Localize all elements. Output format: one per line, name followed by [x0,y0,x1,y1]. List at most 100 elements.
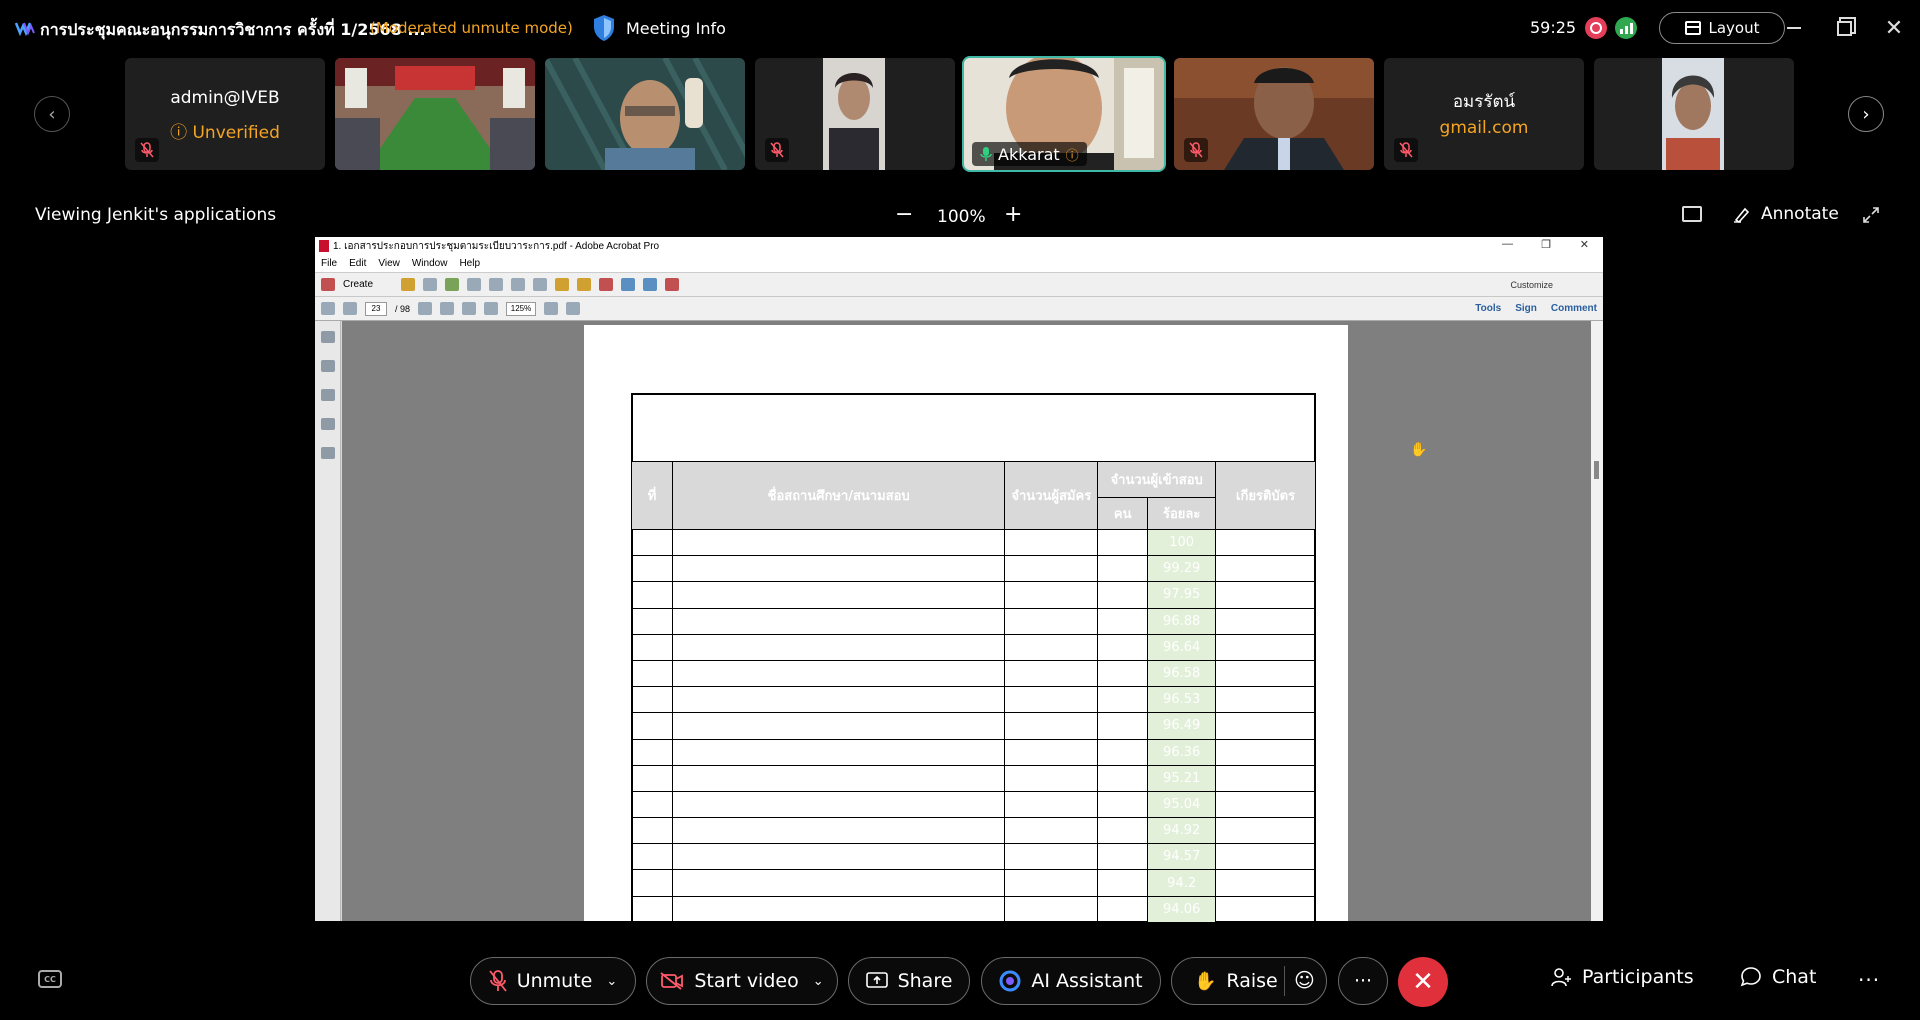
vertical-scrollbar[interactable] [1591,321,1603,921]
page-down-icon[interactable] [343,302,357,315]
start-video-button[interactable]: Start video ⌄ [646,957,838,1005]
raise-hand-button[interactable]: ✋ Raise ☺ [1171,957,1327,1005]
page-up-icon[interactable] [321,302,335,315]
bookmarks-icon[interactable] [320,360,335,372]
chat-button[interactable]: Chat [1740,966,1816,988]
tab-sign[interactable]: Sign [1515,303,1537,314]
recording-icon[interactable] [1585,17,1607,39]
strip-prev-button[interactable]: ‹ [34,96,70,132]
highlight-icon[interactable] [577,278,592,291]
menu-window[interactable]: Window [412,258,448,269]
layers-icon[interactable] [320,418,335,430]
percent-cell: 99.29 [1147,555,1217,583]
zoom-in-button[interactable]: + [1004,202,1022,227]
acrobat-close-icon[interactable]: ✕ [1580,238,1589,251]
signatures-icon[interactable] [320,447,335,459]
settings-icon[interactable] [533,278,548,291]
participant-tile[interactable] [1594,58,1794,170]
acrobat-nav-pane [315,321,341,921]
acrobat-restore-icon[interactable]: ❐ [1541,238,1551,251]
participant-tile[interactable] [545,58,745,170]
menu-edit[interactable]: Edit [349,258,366,269]
create-button[interactable]: Create [343,279,373,290]
edit-icon[interactable] [489,278,504,291]
menu-view[interactable]: View [378,258,400,269]
participants-button[interactable]: Participants [1550,966,1694,988]
annotate-button[interactable]: Annotate [1733,204,1839,224]
zoom-input[interactable]: 125% [506,301,537,316]
applicant-count: 149 [1004,633,1099,661]
share-view-icon[interactable] [1682,206,1702,222]
layout-label: Layout [1708,19,1760,37]
layout-button[interactable]: Layout [1659,12,1785,44]
fit-width-icon[interactable] [566,302,581,315]
row-number: 13 [631,843,673,871]
pdf-page: ๒๓ ตารางที่ 2 สรุปสถานศึกษาที่ได้รับเกีย… [584,325,1348,953]
examinee-count: 139 [1097,555,1149,583]
more-options-button[interactable]: ··· [1338,957,1388,1005]
meeting-info-button[interactable]: Meeting Info [592,14,726,42]
menu-help[interactable]: Help [459,258,480,269]
tab-comment[interactable]: Comment [1551,303,1597,314]
row-number: 6 [631,659,673,688]
participant-tile[interactable] [755,58,955,170]
upload-icon[interactable] [445,278,460,291]
network-signal-icon[interactable] [1615,17,1637,39]
customize-dropdown[interactable]: Customize [1510,280,1553,290]
zoom-in-icon[interactable] [484,302,499,315]
fit-page-icon[interactable] [544,302,559,315]
expand-icon[interactable] [1862,206,1880,224]
participant-tile[interactable] [1174,58,1374,170]
menu-file[interactable]: File [321,258,337,269]
close-icon[interactable]: ✕ [1882,16,1906,41]
select-tool-icon[interactable] [418,302,433,315]
page-number-input[interactable]: 23 [365,301,387,316]
zoom-out-icon[interactable] [462,302,477,315]
export-icon[interactable] [621,278,636,291]
save-icon[interactable] [423,278,438,291]
row-number: 3 [631,581,673,609]
header-percent: ร้อยละ [1147,497,1217,530]
award-level: ดีเยี่ยม [1215,581,1316,609]
share-button[interactable]: Share [848,957,970,1005]
print-icon[interactable] [467,278,482,291]
header-name: ชื่อสถานศึกษา/สนามสอบ [671,461,1006,530]
institution-name: วิทยาลัยเทคโนโลยีวิมลบริหารธุรกิจ [671,738,1006,766]
row-number: 8 [631,712,673,740]
institution-name: อิเล็กทรอนิกส์ กองวิทยาการ กรมอิเล็กทรอน… [671,555,1006,583]
captions-button[interactable]: CC [38,970,62,988]
strip-next-button[interactable]: › [1848,96,1884,132]
more-options-icon[interactable]: ··· [1858,968,1880,992]
table-row: 2 อิเล็กทรอนิกส์ กองวิทยาการ กรมอิเล็กทรอ… [631,555,1316,583]
unmute-button[interactable]: Unmute ⌄ [470,957,636,1005]
reactions-icon[interactable]: ☺ [1294,968,1315,992]
email-icon[interactable] [511,278,526,291]
participant-tile[interactable] [335,58,535,170]
thumbnails-icon[interactable] [320,331,335,343]
zoom-out-button[interactable]: − [895,202,913,227]
ai-assistant-button[interactable]: AI Assistant [981,957,1161,1005]
examinee-count: 167 [1097,686,1149,714]
hand-tool-icon[interactable] [440,302,455,315]
tab-tools[interactable]: Tools [1475,303,1501,314]
leave-meeting-button[interactable]: ✕ [1398,957,1448,1007]
open-icon[interactable] [401,278,416,291]
attachments-icon[interactable] [320,389,335,401]
award-level: ดีเยี่ยม [1215,817,1316,845]
combine-icon[interactable] [643,278,658,291]
comment-icon[interactable] [555,278,570,291]
sign-icon[interactable] [599,278,614,291]
acrobat-minimize-icon[interactable]: — [1502,238,1513,250]
participant-tile-active[interactable]: Akkarat ⓘ [962,56,1166,172]
award-level: ดีเยี่ยม [1215,712,1316,740]
form-icon[interactable] [665,278,680,291]
percent-cell: 96.36 [1147,738,1217,766]
participant-tile[interactable]: admin@IVEB ⓘ Unverified [125,58,325,170]
chevron-down-icon[interactable]: ⌄ [813,974,824,989]
participant-tile[interactable]: อมรรัตน์ gmail.com [1384,58,1584,170]
award-level: ดีเยี่ยม [1215,528,1316,557]
minimize-icon[interactable] [1782,16,1806,40]
restore-icon[interactable] [1832,16,1856,40]
chevron-down-icon[interactable]: ⌄ [606,974,617,989]
award-level: ดีเยี่ยม [1215,659,1316,688]
